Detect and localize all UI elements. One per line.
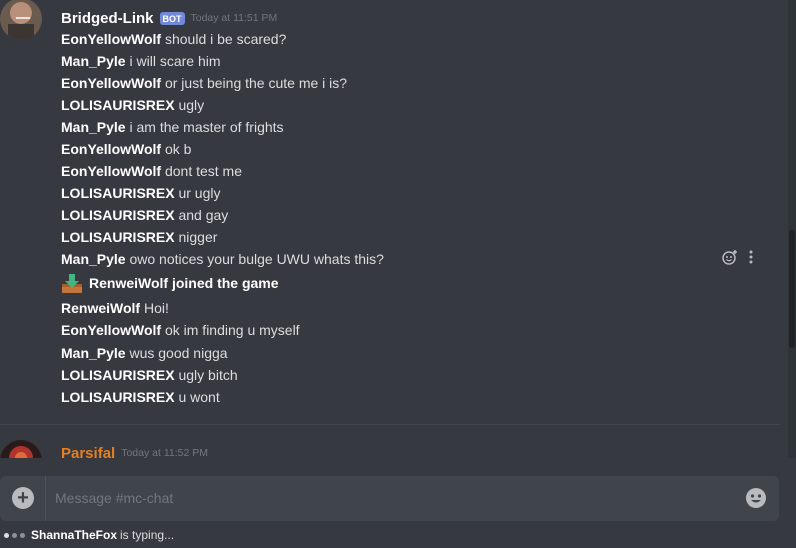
message-text: should i be scared? bbox=[164, 31, 287, 47]
message-author: EonYellowWolf bbox=[61, 141, 162, 157]
message-input-box: + bbox=[0, 476, 779, 521]
message-hover-actions bbox=[722, 249, 754, 268]
user-avatar[interactable] bbox=[0, 0, 42, 40]
message-author: LOLISAURISREX bbox=[61, 367, 175, 383]
message-author: LOLISAURISREX bbox=[61, 229, 175, 245]
scrollbar-thumb[interactable] bbox=[789, 230, 795, 348]
message-author: Man_Pyle bbox=[61, 251, 126, 267]
message-line: LOLISAURISREX and gay bbox=[61, 204, 228, 226]
message-line: EonYellowWolf ok im finding u myself bbox=[61, 319, 300, 341]
message-text: i will scare him bbox=[129, 53, 221, 69]
more-options-icon[interactable] bbox=[748, 249, 754, 268]
add-reaction-icon[interactable] bbox=[722, 249, 738, 268]
message-text: i am the master of frights bbox=[129, 119, 284, 135]
message-text: and gay bbox=[178, 207, 229, 223]
message-divider bbox=[0, 424, 780, 425]
typing-indicator: ShannaTheFox is typing... bbox=[4, 528, 174, 542]
message-line: Man_Pyle i am the master of frights bbox=[61, 116, 284, 138]
message-line: EonYellowWolf ok b bbox=[61, 138, 191, 160]
username[interactable]: Parsifal bbox=[61, 445, 115, 459]
message-line: LOLISAURISREX ugly bitch bbox=[61, 364, 238, 386]
join-text: RenweiWolf joined the game bbox=[89, 275, 279, 291]
message-input[interactable] bbox=[55, 486, 725, 510]
input-divider bbox=[45, 476, 46, 521]
timestamp: Today at 11:51 PM bbox=[190, 12, 278, 24]
scrollbar-track[interactable] bbox=[788, 0, 796, 458]
message-line: LOLISAURISREX ur ugly bbox=[61, 182, 221, 204]
bot-tag: BOT bbox=[159, 11, 185, 25]
typing-user: ShannaTheFox bbox=[31, 528, 118, 542]
message-author: EonYellowWolf bbox=[61, 31, 162, 47]
message-line: EonYellowWolf dont test me bbox=[61, 160, 242, 182]
message-line: RenweiWolf Hoi! bbox=[61, 297, 169, 319]
message-text: ur ugly bbox=[178, 185, 221, 201]
message-author: LOLISAURISREX bbox=[61, 207, 175, 223]
message-author: EonYellowWolf bbox=[61, 163, 162, 179]
join-notice: RenweiWolf joined the game bbox=[61, 272, 279, 294]
message-text: wus good nigga bbox=[129, 345, 228, 361]
message-author: Man_Pyle bbox=[61, 119, 126, 135]
message-author: EonYellowWolf bbox=[61, 322, 162, 338]
message-text: u wont bbox=[178, 389, 220, 405]
timestamp: Today at 11:52 PM bbox=[121, 447, 208, 458]
message-text: or just being the cute me i is? bbox=[164, 75, 348, 91]
emoji-icon[interactable] bbox=[745, 487, 767, 509]
typing-text: is typing... bbox=[120, 528, 175, 542]
message-line: Man_Pyle i will scare him bbox=[61, 50, 221, 72]
message-line: LOLISAURISREX u wont bbox=[61, 386, 220, 408]
message-text: ugly bitch bbox=[178, 367, 238, 383]
message-line: EonYellowWolf or just being the cute me … bbox=[61, 72, 347, 94]
message-composer: + ShannaTheFox is typing... bbox=[0, 458, 796, 548]
message-text: owo notices your bulge UWU whats this? bbox=[129, 251, 384, 267]
message-line: Man_Pyle wus good nigga bbox=[61, 342, 228, 364]
message-text: Hoi! bbox=[143, 300, 169, 316]
message-line: LOLISAURISREX ugly bbox=[61, 94, 204, 116]
message-line: LOLISAURISREX nigger bbox=[61, 226, 217, 248]
message-author: RenweiWolf bbox=[61, 300, 141, 316]
message-text: nigger bbox=[178, 229, 218, 245]
message-author: LOLISAURISREX bbox=[61, 185, 175, 201]
message-line: Man_Pyle owo notices your bulge UWU what… bbox=[61, 248, 384, 270]
message-text: dont test me bbox=[164, 163, 243, 179]
username[interactable]: Bridged-Link bbox=[61, 10, 154, 27]
message-line: EonYellowWolf should i be scared? bbox=[61, 28, 286, 50]
message-author: Man_Pyle bbox=[61, 345, 126, 361]
message-author: EonYellowWolf bbox=[61, 75, 162, 91]
message-author: LOLISAURISREX bbox=[61, 97, 175, 113]
typing-dots-icon bbox=[4, 532, 25, 538]
message-text: ugly bbox=[178, 97, 205, 113]
plus-circle-icon[interactable]: + bbox=[12, 487, 34, 509]
chat-messages: Bridged-Link BOT Today at 11:51 PM EonYe… bbox=[0, 0, 788, 458]
message-author: Man_Pyle bbox=[61, 53, 126, 69]
message-text: ok im finding u myself bbox=[164, 322, 300, 338]
user-avatar[interactable] bbox=[0, 440, 42, 458]
message-group: Bridged-Link BOT Today at 11:51 PM EonYe… bbox=[0, 0, 788, 424]
message-group: Parsifal Today at 11:52 PM bbox=[0, 436, 788, 458]
message-text: ok b bbox=[164, 141, 192, 157]
message-author: LOLISAURISREX bbox=[61, 389, 175, 405]
join-game-icon bbox=[62, 274, 82, 293]
